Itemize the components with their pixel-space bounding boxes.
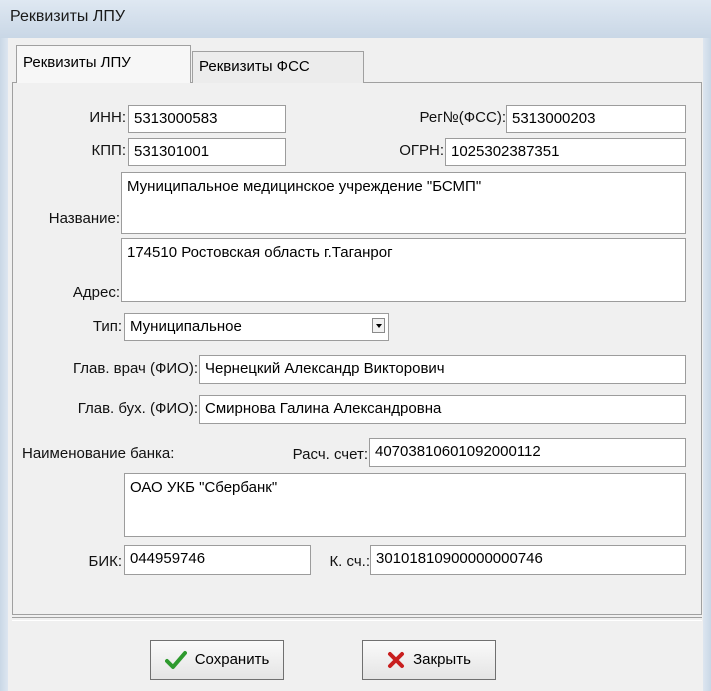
- bik-field[interactable]: 044959746: [124, 545, 311, 575]
- divider: [12, 617, 702, 621]
- type-select[interactable]: Муниципальное: [124, 313, 389, 341]
- ogrn-label: ОГРН:: [399, 142, 444, 159]
- type-select-value: Муниципальное: [130, 318, 242, 335]
- kpp-field[interactable]: 531301001: [128, 138, 286, 166]
- chief-doctor-field[interactable]: Чернецкий Александр Викторович: [199, 355, 686, 384]
- tab-label: Реквизиты ЛПУ: [23, 54, 131, 71]
- ogrn-field[interactable]: 1025302387351: [445, 138, 686, 166]
- address-label: Адрес:: [72, 284, 120, 301]
- kpp-label: КПП:: [91, 142, 126, 159]
- tab-lpu-requisites[interactable]: Реквизиты ЛПУ: [16, 45, 191, 83]
- chief-accountant-label: Глав. бух. (ФИО):: [77, 400, 198, 417]
- inn-label: ИНН:: [89, 109, 126, 126]
- chief-accountant-field[interactable]: Смирнова Галина Александровна: [199, 395, 686, 424]
- inn-field[interactable]: 5313000583: [128, 105, 286, 133]
- save-button[interactable]: Сохранить: [150, 640, 284, 680]
- corr-account-field[interactable]: 30101810900000000746: [370, 545, 686, 575]
- window-title: Реквизиты ЛПУ: [10, 8, 126, 25]
- chief-doctor-label: Глав. врач (ФИО):: [73, 360, 198, 377]
- close-button[interactable]: Закрыть: [362, 640, 496, 680]
- reg-fss-label: Рег№(ФСС):: [419, 109, 506, 126]
- bank-name-field[interactable]: ОАО УКБ "Сбербанк": [124, 473, 686, 537]
- tab-fss-requisites[interactable]: Реквизиты ФСС: [192, 51, 364, 83]
- corr-account-label: К. сч.:: [329, 553, 370, 570]
- tab-label: Реквизиты ФСС: [199, 58, 310, 75]
- save-button-label: Сохранить: [194, 651, 270, 668]
- name-label: Название:: [48, 210, 120, 227]
- account-label: Расч. счет:: [292, 446, 368, 463]
- x-icon: [388, 652, 405, 668]
- type-label: Тип:: [92, 318, 122, 335]
- checkmark-icon: [164, 651, 187, 669]
- close-button-label: Закрыть: [413, 651, 471, 668]
- bik-label: БИК:: [88, 553, 122, 570]
- reg-fss-field[interactable]: 5313000203: [506, 105, 686, 133]
- window-frame-right: [703, 38, 711, 691]
- window-frame-left: [0, 38, 8, 691]
- bank-name-label: Наименование банка:: [22, 445, 175, 462]
- chevron-down-icon[interactable]: [372, 318, 385, 333]
- requisites-window: Реквизиты ЛПУ Реквизиты ЛПУ Реквизиты ФС…: [0, 0, 711, 691]
- account-field[interactable]: 40703810601092000112: [369, 438, 686, 467]
- address-field[interactable]: 174510 Ростовская область г.Таганрог: [121, 238, 686, 302]
- title-bar[interactable]: Реквизиты ЛПУ: [0, 0, 711, 38]
- name-field[interactable]: Муниципальное медицинское учреждение "БС…: [121, 172, 686, 234]
